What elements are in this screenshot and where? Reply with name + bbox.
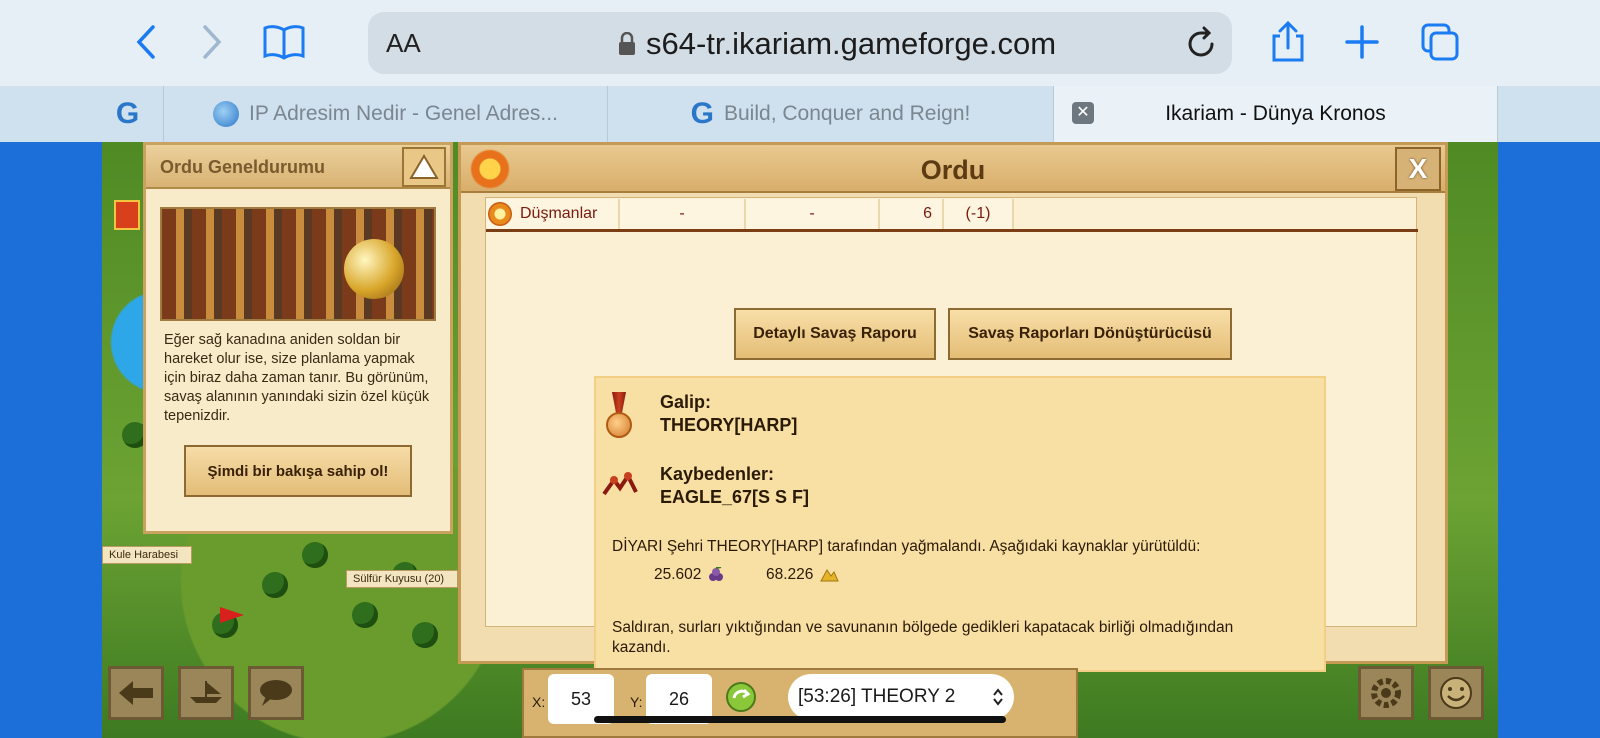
tab-ip-address[interactable]: IP Adresim Nedir - Genel Adres... [164,86,608,142]
loser-name[interactable]: EAGLE_67[S S F] [660,487,809,508]
map-label-sulfur-well[interactable]: Sülfür Kuyusu (20) [346,570,458,588]
enemies-row: Düşmanlar - - 6 (-1) [486,198,1418,232]
enemy-icon [488,201,512,226]
tab-ikariam[interactable]: ✕ Ikariam - Dünya Kronos [1054,86,1498,142]
close-button[interactable]: X [1395,147,1441,191]
home-indicator[interactable] [594,716,1006,723]
loot-description: DİYARI Şehri THEORY[HARP] tarafından yağ… [612,538,1201,555]
settings-button[interactable] [1358,666,1414,720]
tab-label: Ikariam - Dünya Kronos [1165,102,1386,125]
gift-icon[interactable] [114,200,140,230]
lock-icon [619,32,635,55]
medal-icon [604,392,634,440]
fallen-soldiers-icon [602,472,638,496]
battle-report: Düşmanlar - - 6 (-1) Detaylı Savaş Rapor… [485,197,1418,672]
chevron-updown-icon [993,688,1003,706]
x-label: X: [532,694,546,710]
bookmarks-icon[interactable] [262,20,306,64]
back-arrow-button[interactable] [108,666,164,720]
detailed-report-button[interactable]: Detaylı Savaş Raporu [734,308,936,360]
tab-bar: G IP Adresim Nedir - Genel Adres... G Bu… [0,86,1600,142]
text-size-button[interactable]: AA [386,28,421,59]
profile-button[interactable] [1428,666,1484,720]
gear-icon [1371,678,1401,708]
triangle-up-icon [409,154,439,179]
army-window: Ordu X Düşmanlar - - 6 (-1) Detaylı Sava… [458,142,1448,672]
y-label: Y: [630,694,643,710]
ship-icon [190,681,222,703]
tabs-icon[interactable] [1418,20,1462,64]
chat-bubble-icon [260,680,292,706]
island-selected-value: [53:26] THEORY 2 [798,686,956,707]
share-icon[interactable] [1266,20,1310,64]
smiley-icon [1440,677,1472,709]
url-text: s64-tr.ikariam.gameforge.com [646,26,1057,61]
window-header: Ordu X [461,145,1445,193]
game-area: Kule Harabesi Sülfür Kuyusu (20) Ordu Ge… [0,142,1600,738]
wine-icon [709,567,724,581]
resource-sulfur: 68.226 [766,566,840,584]
tab-label: IP Adresim Nedir - Genel Adres... [249,102,558,125]
enemies-cell: (-1) [944,198,1014,229]
enemies-label-cell: Düşmanlar [486,198,620,229]
resource-amount: 25.602 [654,566,702,583]
browser-toolbar: AA s64-tr.ikariam.gameforge.com [0,0,1600,86]
battle-result: Galip: THEORY[HARP] Kaybedenler: EAGLE_6… [594,376,1326,672]
winner-name[interactable]: THEORY[HARP] [660,415,797,436]
google-icon: G [690,97,714,130]
panel-title: Ordu Geneldurumu [160,157,326,177]
army-overview-panel: Ordu Geneldurumu Eğer sağ kanadına anide… [143,142,453,534]
tree [302,542,328,568]
window-title: Ordu [920,155,986,185]
army-illustration [160,207,436,321]
tree [412,622,438,648]
panel-description: Eğer sağ kanadına aniden soldan bir hare… [164,332,430,424]
close-tab-icon[interactable]: ✕ [1072,102,1094,124]
resource-amount: 68.226 [766,566,814,583]
victory-reason: Saldıran, surları yıktığından ve savunan… [612,619,1234,656]
plus-icon[interactable] [1340,20,1384,64]
tab-build-conquer[interactable]: G Build, Conquer and Reign! [608,86,1054,142]
forward-icon[interactable] [190,20,234,64]
sulfur-icon [820,569,840,582]
tab-google[interactable]: G [102,86,164,142]
arrow-left-icon [119,681,153,705]
google-icon: G [115,97,140,130]
island-select[interactable]: [53:26] THEORY 2 [788,674,1014,720]
collapse-button[interactable] [402,147,446,187]
enemies-cell: - [746,198,880,229]
tab-label: Build, Conquer and Reign! [724,102,971,125]
ship-button[interactable] [178,666,234,720]
back-icon[interactable] [124,20,168,64]
winner-label: Galip: [660,392,712,412]
chat-button[interactable] [248,666,304,720]
globe-icon [213,101,240,127]
enemies-cell: - [620,198,746,229]
losers-label: Kaybedenler: [660,464,775,484]
helmet-icon [344,239,404,299]
map-label-tower-ruins[interactable]: Kule Harabesi [102,546,192,564]
sea-left [0,142,102,738]
address-bar[interactable]: AA s64-tr.ikariam.gameforge.com [368,12,1232,74]
take-a-look-button[interactable]: Şimdi bir bakışa sahip ol! [184,445,412,497]
resource-wine: 25.602 [654,566,727,584]
panel-header: Ordu Geneldurumu [146,145,450,189]
sea-right [1498,142,1600,738]
report-converter-button[interactable]: Savaş Raporları Dönüştürücüsü [948,308,1232,360]
tree [262,572,288,598]
reload-icon[interactable] [1186,26,1218,65]
go-arrow-icon[interactable] [724,680,758,714]
coordinate-bar: X: 53 Y: 26 [53:26] THEORY 2 [522,668,1078,738]
enemies-label: Düşmanlar [520,204,598,222]
tree [352,602,378,628]
enemies-cell: 6 [880,198,944,229]
